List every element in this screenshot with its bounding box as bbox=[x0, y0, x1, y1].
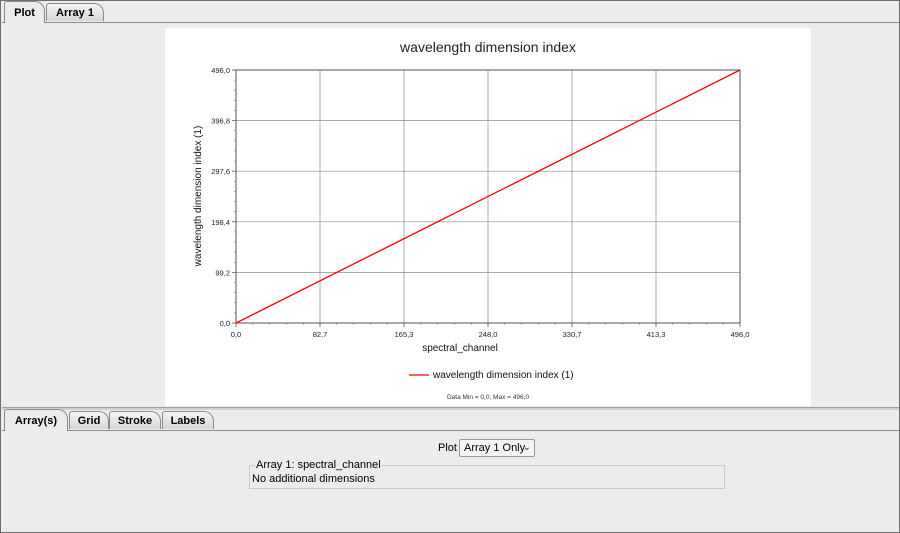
legend-label: wavelength dimension index (1) bbox=[432, 370, 574, 381]
tab-grid[interactable]: Grid bbox=[69, 411, 109, 429]
tab-array-1[interactable]: Array 1 bbox=[46, 3, 104, 21]
chevron-down-icon: ⌄ bbox=[522, 442, 531, 453]
array-group-title: Array 1: spectral_channel bbox=[255, 459, 382, 471]
tab-plot[interactable]: Plot bbox=[4, 1, 45, 23]
y-tick-label: 0,0 bbox=[220, 319, 230, 328]
x-tick-label: 330,7 bbox=[563, 330, 582, 339]
plot-select-dropdown[interactable]: Array 1 Only ⌄ bbox=[459, 439, 535, 457]
x-tick-label: 0,0 bbox=[231, 330, 241, 339]
x-axis-label: spectral_channel bbox=[422, 343, 498, 354]
plot-canvas: wavelength dimension index 0,0 82,7 165,3 2… bbox=[165, 28, 811, 406]
plot-select-value: Array 1 Only bbox=[464, 442, 526, 454]
chart-title: wavelength dimension index bbox=[399, 39, 576, 55]
plot-select-label: Plot bbox=[438, 442, 457, 454]
x-tick-label: 496,0 bbox=[731, 330, 750, 339]
data-range-footer: Data Min = 0,0, Max = 496,0 bbox=[447, 394, 529, 401]
y-axis-label: wavelength dimension index (1) bbox=[193, 126, 204, 268]
x-tick-label: 248,0 bbox=[479, 330, 498, 339]
tab-arrays[interactable]: Array(s) bbox=[4, 409, 68, 431]
plot-panel: wavelength dimension index 0,0 82,7 165,3 2… bbox=[3, 24, 898, 407]
top-tab-strip: Plot Array 1 bbox=[2, 1, 899, 23]
x-tick-label: 82,7 bbox=[313, 330, 328, 339]
tab-stroke[interactable]: Stroke bbox=[109, 411, 161, 429]
array-group-box: Array 1: spectral_channel No additional … bbox=[249, 459, 725, 489]
y-tick-label: 198,4 bbox=[211, 218, 230, 227]
axis-ticks: 0,0 82,7 165,3 248,0 330,7 413,3 496,0 0,0 99,2 1… bbox=[211, 66, 749, 339]
tab-labels[interactable]: Labels bbox=[162, 411, 214, 429]
window-frame: Plot Array 1 wavelength dimension index … bbox=[0, 0, 900, 533]
bottom-tab-strip: Array(s) Grid Stroke Labels bbox=[2, 409, 899, 431]
x-tick-label: 413,3 bbox=[647, 330, 666, 339]
y-tick-label: 99,2 bbox=[215, 268, 230, 277]
y-tick-label: 297,6 bbox=[211, 167, 230, 176]
array-group-content: No additional dimensions bbox=[252, 473, 375, 485]
arrays-controls: Plot Array 1 Only ⌄ Array 1: spectral_ch… bbox=[2, 431, 899, 531]
y-tick-label: 396,8 bbox=[211, 117, 230, 126]
x-tick-label: 165,3 bbox=[395, 330, 414, 339]
y-tick-label: 496,0 bbox=[211, 66, 230, 75]
line-chart: wavelength dimension index 0,0 82,7 165,3 2… bbox=[193, 39, 749, 401]
